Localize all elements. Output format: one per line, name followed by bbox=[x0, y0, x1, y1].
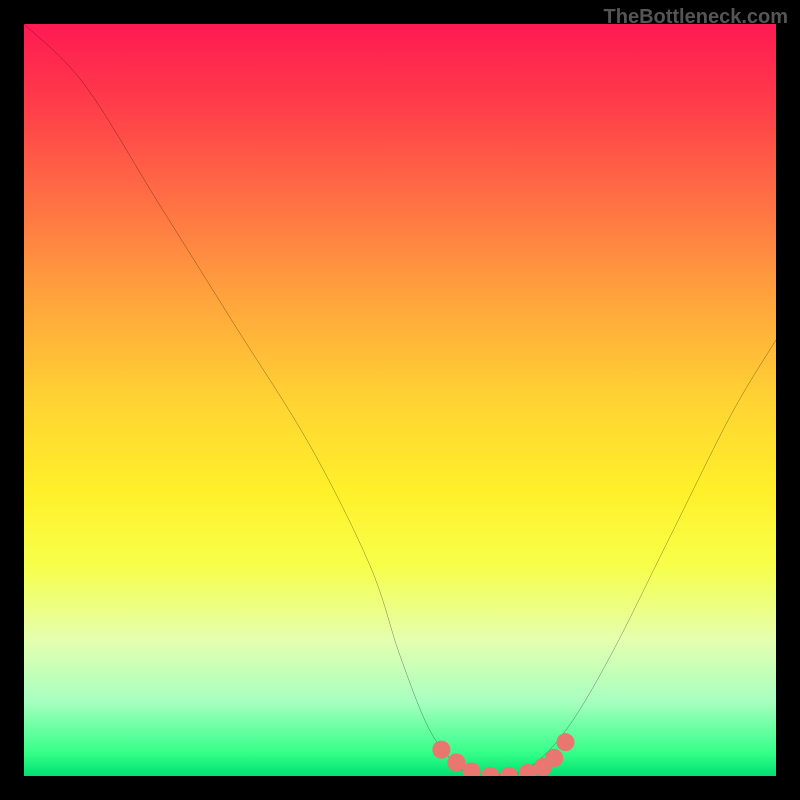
marker-point bbox=[432, 741, 450, 759]
marker-point bbox=[556, 733, 574, 751]
marker-point bbox=[481, 767, 499, 776]
bottleneck-curve bbox=[24, 24, 776, 776]
marker-point bbox=[447, 753, 465, 771]
highlight-markers bbox=[432, 733, 574, 776]
chart-plot-area bbox=[24, 24, 776, 776]
marker-point bbox=[545, 749, 563, 767]
chart-svg bbox=[24, 24, 776, 776]
attribution-text: TheBottleneck.com bbox=[604, 6, 788, 29]
marker-point bbox=[500, 767, 518, 776]
